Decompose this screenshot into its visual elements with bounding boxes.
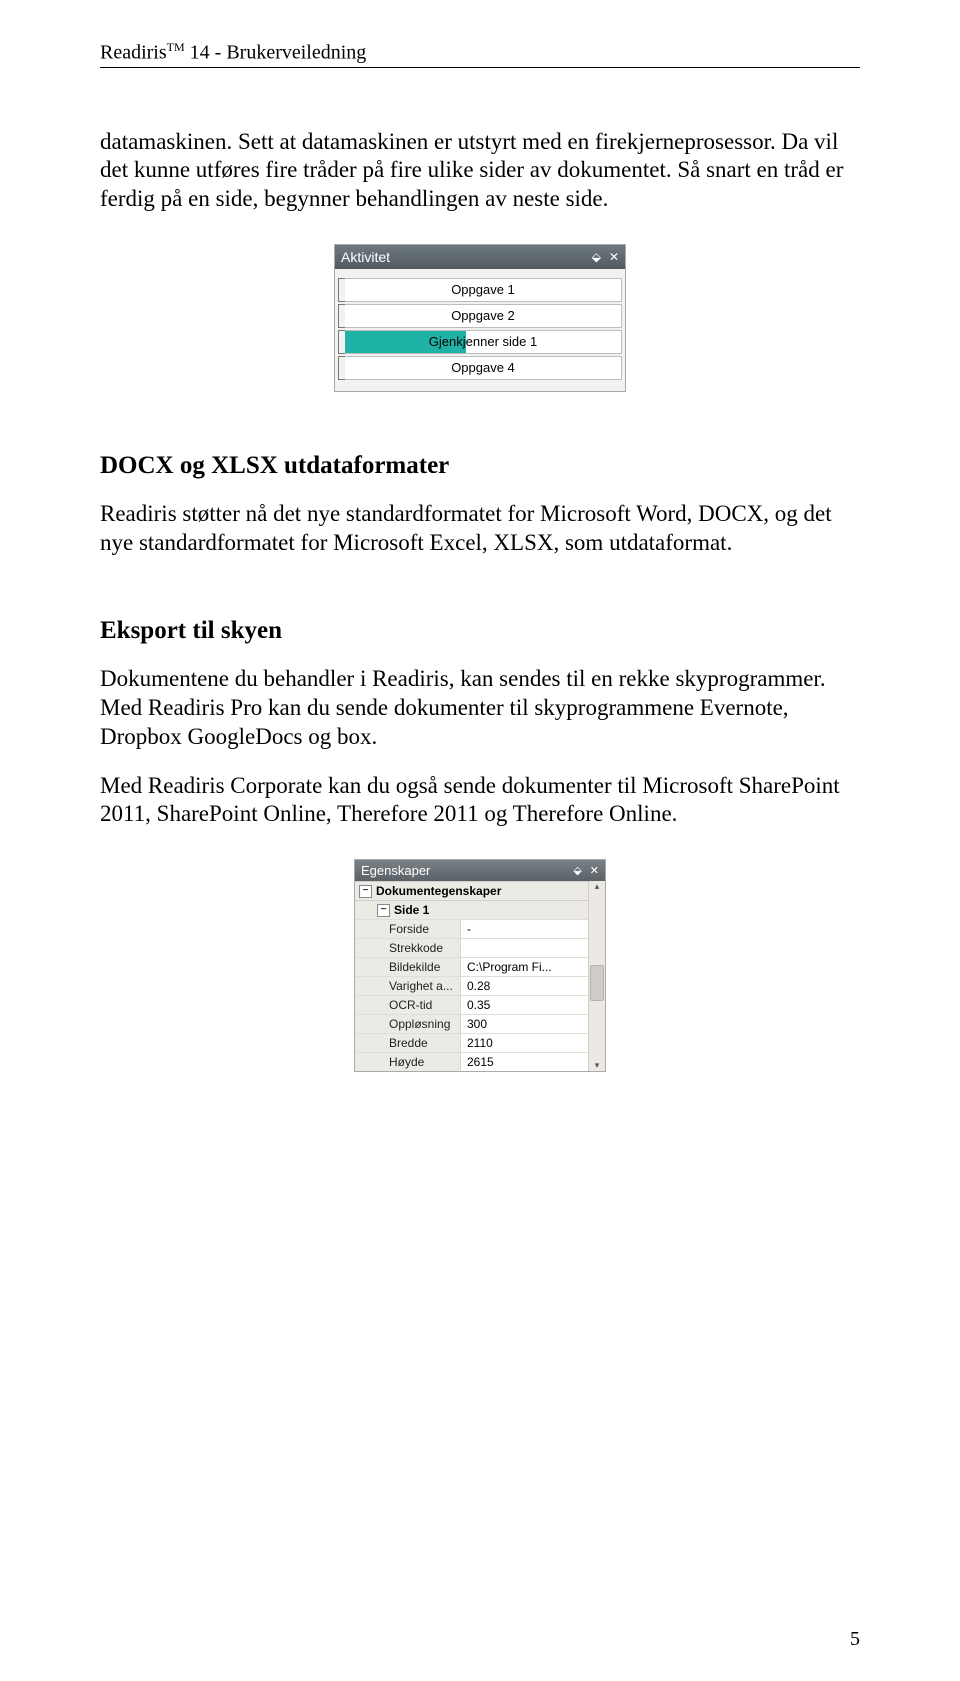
task-row: Gjenkjenner side 1 (338, 331, 622, 353)
properties-panel: Egenskaper ⬙ ✕ − Dokumentegenskaper − Si… (354, 859, 606, 1072)
activity-panel-titlebar: Aktivitet ⬙ ✕ (335, 245, 625, 269)
task-row: Oppgave 1 (338, 279, 622, 301)
activity-panel-title: Aktivitet (341, 249, 390, 265)
property-key: Forside (355, 919, 460, 938)
task-label: Gjenkjenner side 1 (429, 334, 537, 349)
paragraph-2: Readiris støtter nå det nye standardform… (100, 500, 860, 558)
activity-task-list: Oppgave 1 Oppgave 2 Gjenkjenner side 1 (335, 269, 625, 391)
task-bracket-icon (338, 356, 345, 380)
section-heading-docx-xlsx: DOCX og XLSX utdataformater (100, 452, 860, 480)
trademark: TM (167, 40, 185, 54)
scroll-thumb[interactable] (590, 965, 604, 1001)
paragraph-3: Dokumentene du behandler i Readiris, kan… (100, 665, 860, 751)
task-row: Oppgave 4 (338, 357, 622, 379)
section-heading-eksport: Eksport til skyen (100, 617, 860, 645)
scroll-up-icon[interactable]: ▴ (595, 881, 600, 892)
task-progress: Oppgave 4 (345, 356, 622, 380)
property-value[interactable]: 2615 (460, 1052, 589, 1071)
property-value[interactable]: 2110 (460, 1033, 589, 1052)
task-label: Oppgave 1 (451, 282, 515, 297)
property-key: Høyde (355, 1052, 460, 1071)
property-value[interactable]: 0.28 (460, 976, 589, 995)
page-header: ReadirisTM 14 - Brukerveiledning (100, 40, 860, 68)
property-key: OCR-tid (355, 995, 460, 1014)
pin-icon[interactable]: ⬙ (592, 250, 601, 264)
property-group-label: Dokumentegenskaper (376, 884, 501, 898)
pin-icon[interactable]: ⬙ (573, 864, 581, 877)
property-value[interactable]: - (460, 919, 589, 938)
task-bracket-icon (338, 330, 345, 354)
property-key: Bildekilde (355, 957, 460, 976)
task-progress: Gjenkjenner side 1 (345, 330, 622, 354)
task-row: Oppgave 2 (338, 305, 622, 327)
property-value[interactable] (460, 938, 589, 957)
scroll-down-icon[interactable]: ▾ (595, 1060, 600, 1071)
properties-grid: − Dokumentegenskaper − Side 1 Forside - … (355, 881, 589, 1071)
properties-panel-titlebar: Egenskaper ⬙ ✕ (355, 860, 605, 881)
close-icon[interactable]: ✕ (609, 250, 619, 264)
close-icon[interactable]: ✕ (590, 864, 599, 877)
properties-panel-title: Egenskaper (361, 863, 430, 878)
task-progress: Oppgave 1 (345, 278, 622, 302)
property-group-document[interactable]: − Dokumentegenskaper (355, 881, 589, 900)
paragraph-1: datamaskinen. Sett at datamaskinen er ut… (100, 128, 860, 214)
property-value[interactable]: 300 (460, 1014, 589, 1033)
product-name: Readiris (100, 42, 167, 64)
scrollbar[interactable]: ▴ ▾ (588, 881, 605, 1071)
property-key: Bredde (355, 1033, 460, 1052)
property-value[interactable]: C:\Program Fi... (460, 957, 589, 976)
property-key: Strekkode (355, 938, 460, 957)
property-key: Oppløsning (355, 1014, 460, 1033)
activity-panel: Aktivitet ⬙ ✕ Oppgave 1 (334, 244, 626, 392)
version-suffix: 14 - Brukerveiledning (185, 42, 367, 64)
page-number: 5 (850, 1628, 860, 1651)
task-bracket-icon (338, 304, 345, 328)
task-progress: Oppgave 2 (345, 304, 622, 328)
paragraph-4: Med Readiris Corporate kan du også sende… (100, 772, 860, 830)
property-group-label: Side 1 (394, 903, 429, 917)
property-group-page[interactable]: − Side 1 (355, 900, 589, 919)
collapse-icon[interactable]: − (377, 904, 390, 917)
task-bracket-icon (338, 278, 345, 302)
property-key: Varighet a... (355, 976, 460, 995)
task-label: Oppgave 4 (451, 360, 515, 375)
collapse-icon[interactable]: − (359, 885, 372, 898)
task-label: Oppgave 2 (451, 308, 515, 323)
property-value[interactable]: 0.35 (460, 995, 589, 1014)
